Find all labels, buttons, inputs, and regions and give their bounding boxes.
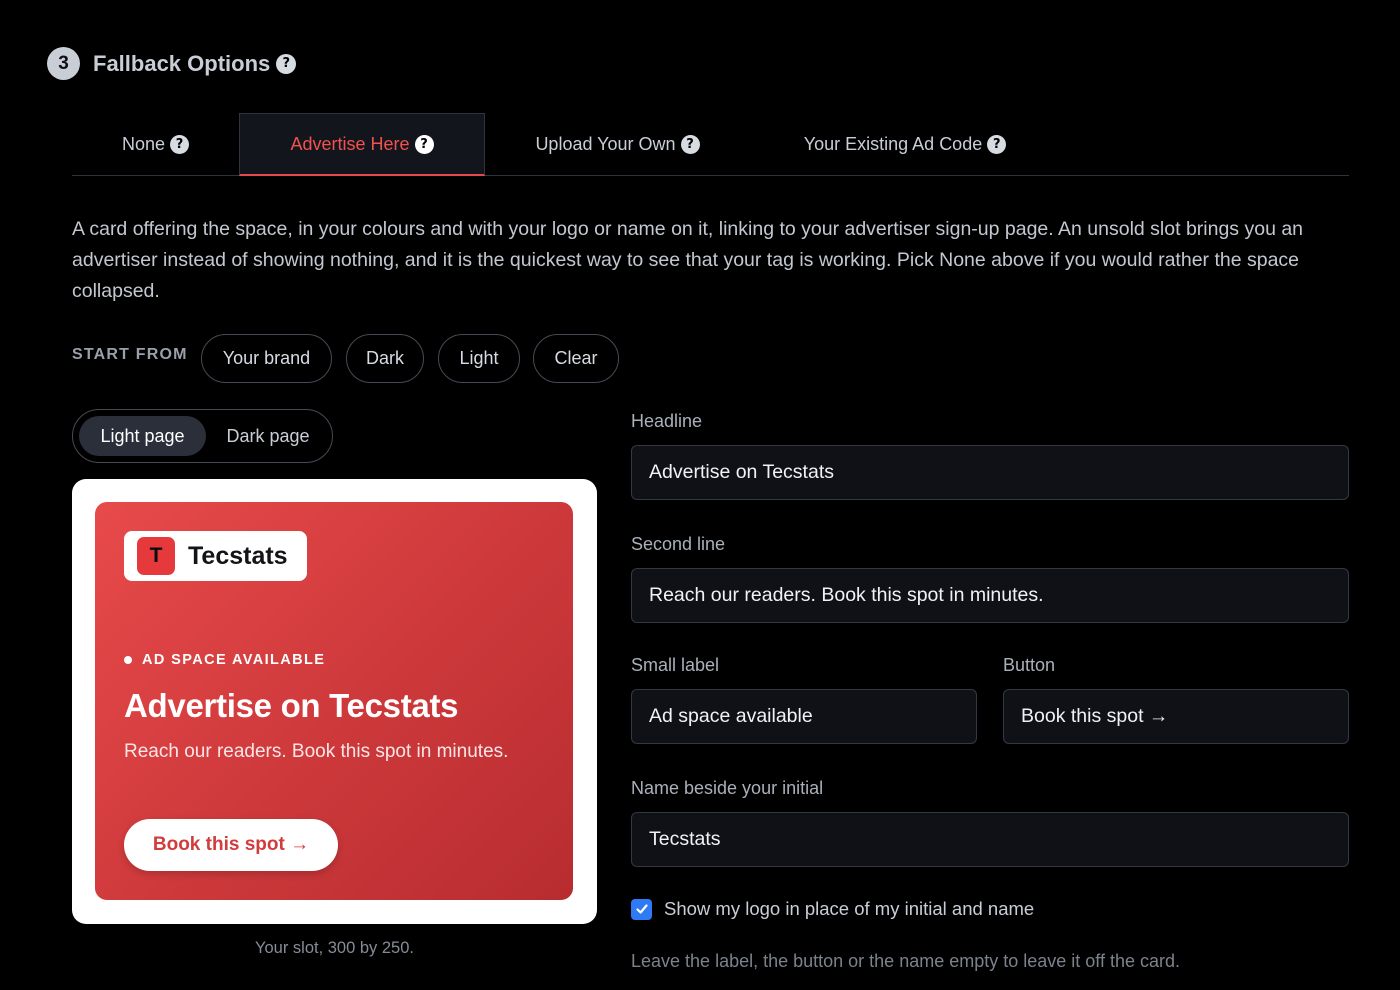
small-label-label: Small label <box>631 655 720 675</box>
preset-your-brand-button[interactable]: Your brand <box>201 334 332 383</box>
show-logo-label: Show my logo in place of my initial and … <box>664 898 1035 919</box>
second-line-label: Second line <box>631 534 726 554</box>
form-hint: Leave the label, the button or the name … <box>631 951 1181 971</box>
start-from-label: START FROM <box>72 346 188 363</box>
preset-light-button[interactable]: Light <box>438 334 520 383</box>
brand-name: Tecstats <box>188 541 288 570</box>
tab-upload-your-own[interactable]: Upload Your Own ? <box>485 113 750 176</box>
ad-book-button[interactable]: Book this spot → <box>124 819 338 871</box>
brand-initial: T <box>137 537 175 575</box>
button-label: Button <box>1003 655 1056 675</box>
ad-second-line: Reach our readers. Book this spot in min… <box>124 741 509 762</box>
ad-preview-frame: T Tecstats AD SPACE AVAILABLE Advertise … <box>72 479 597 924</box>
tab-label: None <box>121 134 166 154</box>
tab-none[interactable]: None ? <box>72 113 239 176</box>
preset-clear-button[interactable]: Clear <box>533 334 619 383</box>
name-label: Name beside your initial <box>631 778 824 798</box>
help-icon[interactable]: ? <box>276 53 297 74</box>
help-icon[interactable]: ? <box>414 134 434 154</box>
slot-size-caption: Your slot, 300 by 250. <box>254 939 414 957</box>
dark-page-option[interactable]: Dark page <box>208 416 328 456</box>
page-background-toggle: Light page Dark page <box>72 409 333 463</box>
tab-description: A card offering the space, in your colou… <box>72 218 1304 302</box>
button-text-input[interactable] <box>1003 689 1349 744</box>
ad-small-label-text: AD SPACE AVAILABLE <box>142 652 326 668</box>
bullet-dot-icon <box>124 656 132 664</box>
step-badge: 3 <box>47 47 80 80</box>
help-icon[interactable]: ? <box>987 135 1007 154</box>
help-icon[interactable]: ? <box>170 135 190 154</box>
section-header: 3 Fallback Options ? <box>47 47 297 80</box>
tab-label: Upload Your Own <box>535 134 676 154</box>
second-line-input[interactable] <box>631 568 1349 623</box>
headline-input[interactable] <box>631 445 1349 500</box>
show-logo-row[interactable]: Show my logo in place of my initial and … <box>631 898 1034 920</box>
tab-advertise-here[interactable]: Advertise Here ? <box>239 113 485 176</box>
ad-card-preview[interactable]: T Tecstats AD SPACE AVAILABLE Advertise … <box>95 502 573 900</box>
ad-small-label: AD SPACE AVAILABLE <box>124 652 325 668</box>
section-title: Fallback Options <box>93 50 271 76</box>
show-logo-checkbox[interactable] <box>631 898 652 920</box>
help-icon[interactable]: ? <box>680 135 700 154</box>
tab-label: Advertise Here <box>290 133 410 154</box>
headline-label: Headline <box>631 411 703 431</box>
small-label-input[interactable] <box>631 689 977 744</box>
tab-label: Your Existing Ad Code <box>803 134 983 154</box>
preset-dark-button[interactable]: Dark <box>346 334 424 383</box>
checkmark-icon <box>635 904 648 914</box>
ad-headline: Advertise on Tecstats <box>124 687 459 724</box>
brand-chip: T Tecstats <box>124 531 307 581</box>
fallback-tabs: None ? Advertise Here ? Upload Your Own … <box>72 113 1349 176</box>
tab-your-existing-ad-code[interactable]: Your Existing Ad Code ? <box>750 113 1060 176</box>
name-input[interactable] <box>631 812 1349 867</box>
light-page-option[interactable]: Light page <box>79 416 206 456</box>
